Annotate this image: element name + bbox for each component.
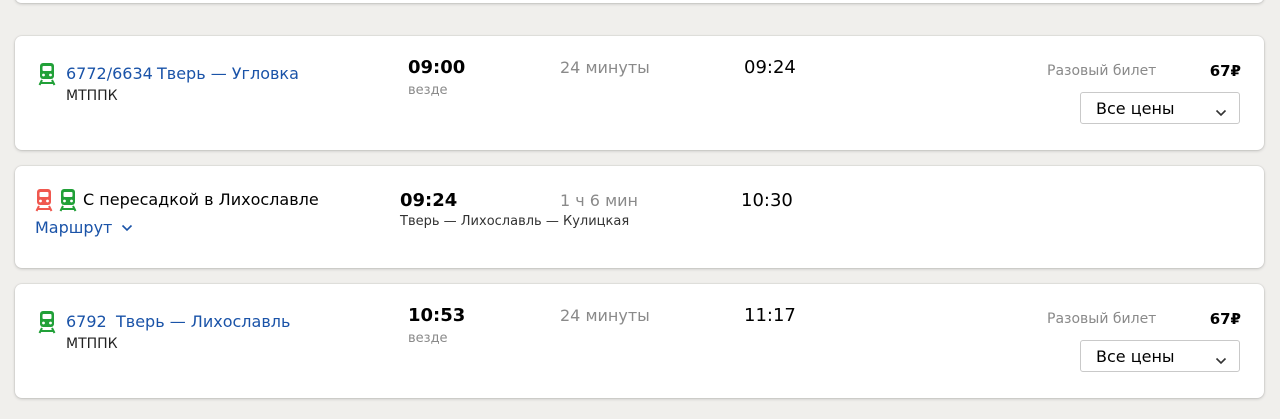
departure-note: везде [408, 83, 448, 98]
suburban-train-icon [59, 188, 77, 212]
arrival-time: 09:24 [744, 57, 796, 78]
suburban-train-icon-red [35, 188, 53, 212]
carrier-name: МТППК [66, 336, 118, 352]
departure-time: 09:24 [400, 190, 458, 211]
chevron-down-icon [1215, 351, 1227, 365]
ticket-price: 67₽ [1209, 310, 1241, 328]
train-route-link[interactable]: Тверь — Угловка [157, 64, 299, 83]
all-prices-label: Все цены [1096, 347, 1175, 366]
all-prices-button[interactable]: Все цены [1080, 340, 1240, 372]
departure-note: везде [408, 331, 448, 346]
route-stations: Тверь — Лихославль — Кулицкая [400, 214, 630, 229]
train-number-link[interactable]: 6792 [66, 312, 107, 331]
trip-duration: 1 ч 6 мин [560, 191, 638, 210]
departure-time: 09:00 [408, 57, 466, 78]
transfer-trip-card: С пересадкой в Лихославле Маршрут 09:24 … [15, 166, 1264, 268]
search-results: 6772/6634 Тверь — Угловка МТППК 09:00 ве… [0, 0, 1280, 419]
carrier-name: МТППК [66, 88, 118, 104]
trip-duration: 24 минуты [560, 306, 650, 325]
trip-card: 6792 Тверь — Лихославль МТППК 10:53 везд… [15, 284, 1264, 398]
ticket-type: Разовый билет [1047, 63, 1157, 79]
route-toggle-label: Маршрут [35, 218, 113, 237]
trip-card-previous [15, 0, 1264, 3]
chevron-down-icon [1215, 103, 1227, 117]
arrival-time: 11:17 [744, 305, 796, 326]
trip-card: 6772/6634 Тверь — Угловка МТППК 09:00 ве… [15, 36, 1264, 150]
suburban-train-icon [38, 62, 56, 86]
suburban-train-icon [38, 310, 56, 334]
ticket-type: Разовый билет [1047, 311, 1157, 327]
departure-time: 10:53 [408, 305, 466, 326]
all-prices-button[interactable]: Все цены [1080, 92, 1240, 124]
train-route-link[interactable]: Тверь — Лихославль [116, 312, 290, 331]
ticket-price: 67₽ [1209, 62, 1241, 80]
all-prices-label: Все цены [1096, 99, 1175, 118]
transfer-title: С пересадкой в Лихославле [83, 190, 319, 209]
trip-duration: 24 минуты [560, 58, 650, 77]
train-number-link[interactable]: 6772/6634 [66, 64, 153, 83]
arrival-time: 10:30 [741, 190, 793, 211]
chevron-down-icon [122, 224, 133, 232]
route-toggle[interactable]: Маршрут [35, 218, 133, 237]
